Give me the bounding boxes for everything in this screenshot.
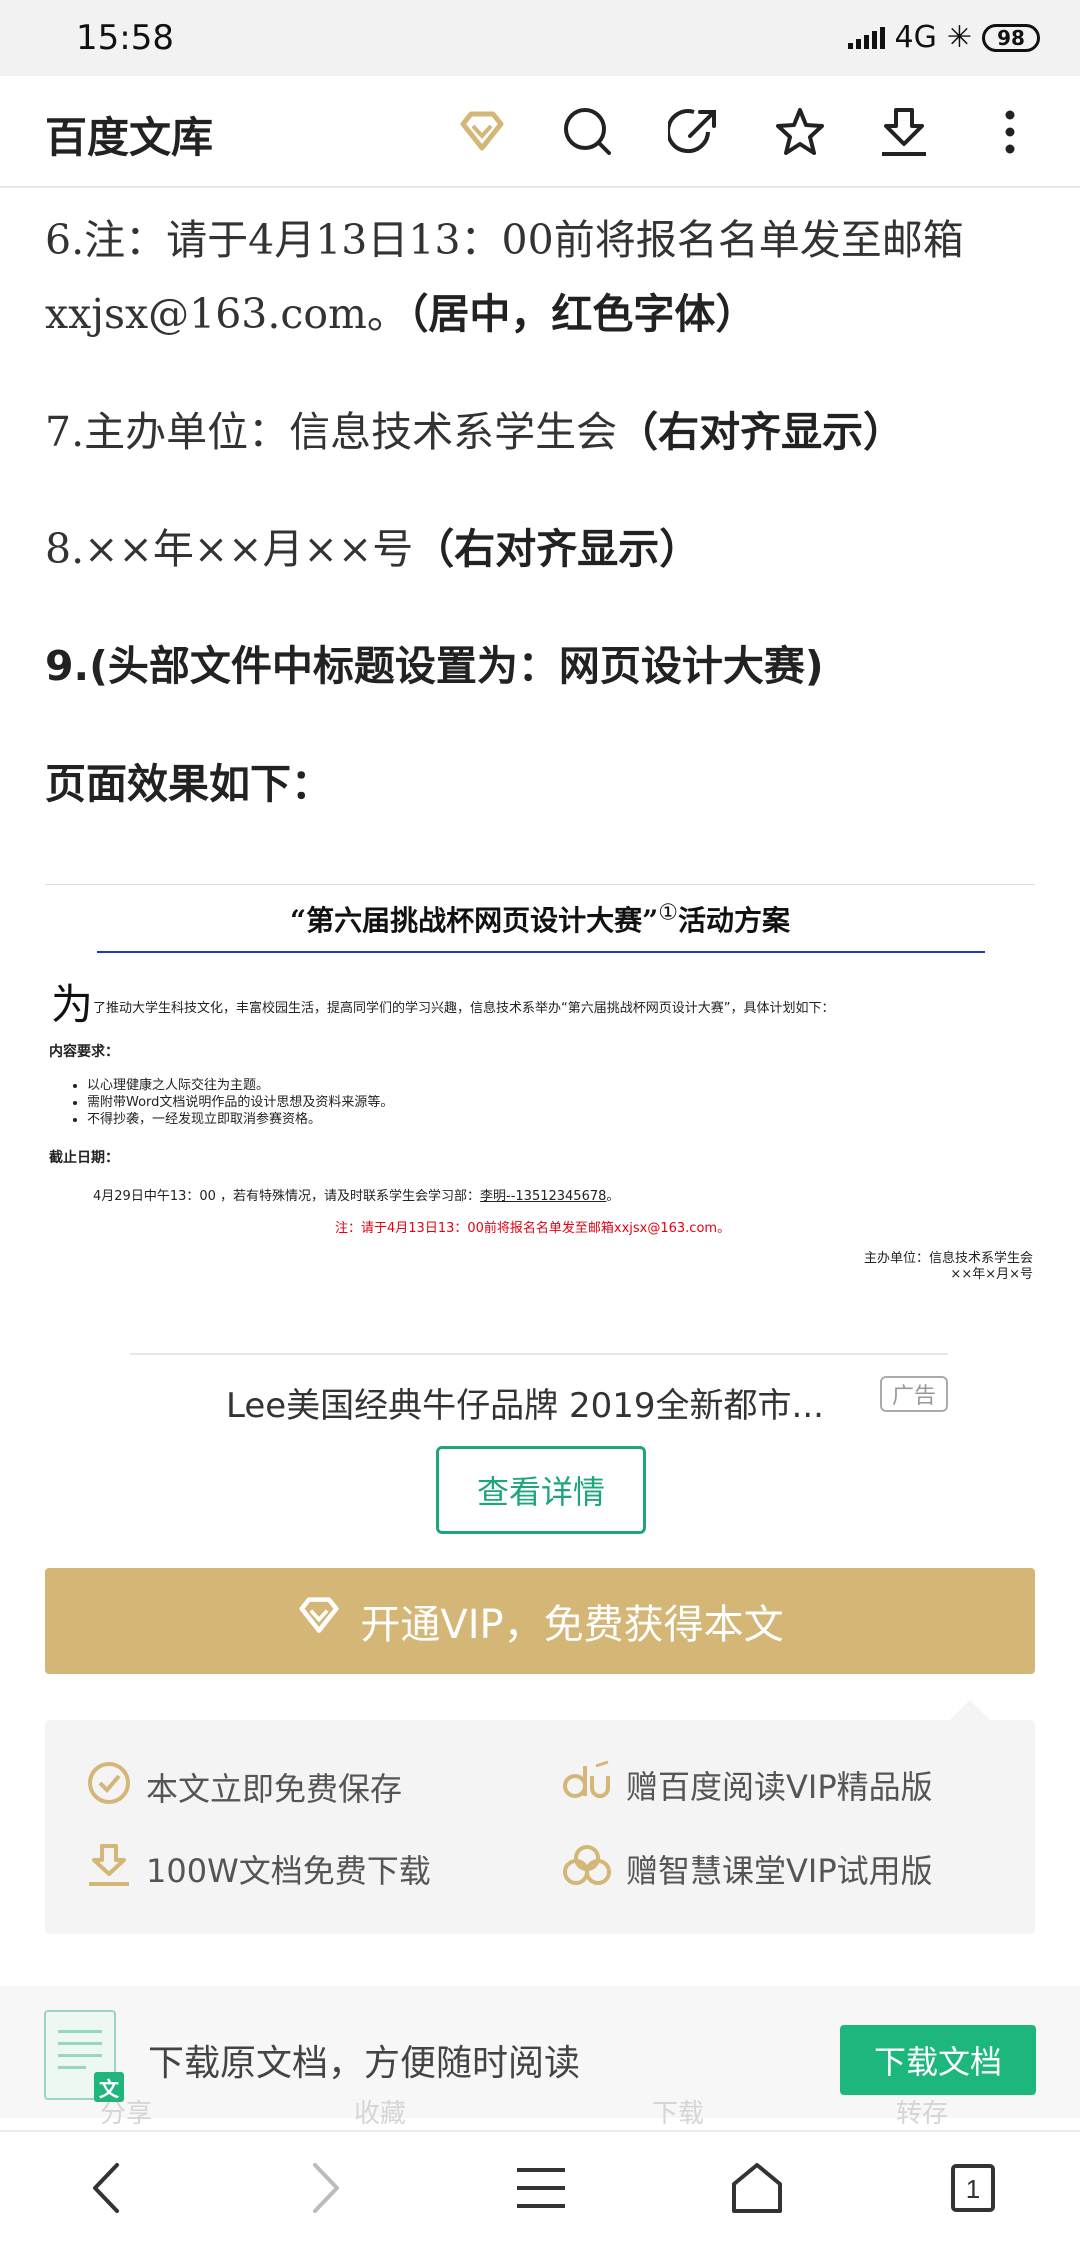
ad-divider — [130, 1353, 948, 1355]
document-icon: 文 — [44, 2010, 124, 2102]
doc-email: xxjsx@163.com。 — [45, 290, 408, 338]
download-prompt: 下载原文档，方便随时阅读 — [148, 2043, 581, 2084]
benefit-label: 本文立即免费保存 — [146, 1770, 403, 1808]
vip-panel-caret — [948, 1700, 992, 1722]
download-tray-icon — [86, 1842, 132, 1896]
download-document-button[interactable]: 下载文档 — [840, 2025, 1036, 2095]
preview-red-note: 注：请于4月13日13：00前将报名名单发至邮箱xxjsx@163.com。 — [335, 1221, 731, 1236]
doc-line-7: 7.主办单位：信息技术系学生会（右对齐显示） — [45, 398, 904, 458]
signal-icon — [847, 26, 885, 49]
vip-diamond-icon — [296, 1596, 342, 1646]
preview-deadline-heading: 截止日期： — [49, 1150, 119, 1166]
vip-open-button[interactable]: 开通VIP，免费获得本文 — [45, 1568, 1035, 1674]
menu-icon[interactable] — [496, 2148, 586, 2228]
list-item: 需附带Word文档说明作品的设计思想及资料来源等。 — [87, 1094, 393, 1111]
vip-diamond-icon[interactable] — [450, 100, 514, 164]
preview-title: “第六届挑战杯网页设计大赛”①活动方案 — [45, 899, 1035, 939]
du-logo-icon — [562, 1760, 612, 1810]
home-icon[interactable] — [712, 2148, 802, 2228]
ghost-download-label: 下载 — [652, 2099, 705, 2129]
doc-line-8: 8.××年××月××号（右对齐显示） — [45, 515, 700, 575]
benefit-reading-vip: 赠百度阅读VIP精品版 — [562, 1760, 933, 1810]
vip-benefits-panel — [45, 1720, 1035, 1934]
benefit-label: 100W文档免费下载 — [146, 1852, 431, 1890]
star-icon[interactable] — [768, 100, 832, 164]
battery-level: 98 — [997, 25, 1025, 50]
benefit-label: 赠智慧课堂VIP试用版 — [626, 1852, 933, 1890]
benefit-download: 100W文档免费下载 — [86, 1842, 431, 1896]
status-indicators: 4G ✳ 98 — [847, 20, 1040, 55]
sync-icon: ✳ — [946, 20, 972, 55]
check-circle-icon — [86, 1760, 132, 1814]
vip-button-label: 开通VIP，免费获得本文 — [360, 1602, 784, 1648]
ad-title[interactable]: Lee美国经典牛仔品牌 2019全新都市... — [226, 1378, 824, 1427]
benefit-classroom-vip: 赠智慧课堂VIP试用版 — [562, 1842, 933, 1896]
ad-details-button[interactable]: 查看详情 — [436, 1446, 646, 1534]
browser-nav-bar: 1 — [0, 2130, 1080, 2248]
more-icon[interactable] — [978, 100, 1042, 164]
flower-icon — [562, 1842, 612, 1896]
doc-align-note: （右对齐显示） — [413, 525, 701, 573]
doc-line-6b: xxjsx@163.com。（居中，红色字体） — [45, 280, 756, 340]
tabs-icon[interactable]: 1 — [928, 2148, 1018, 2228]
status-time: 15:58 — [76, 18, 174, 58]
app-title: 百度文库 — [45, 113, 214, 162]
doc-organizer: 7.主办单位：信息技术系学生会 — [45, 408, 618, 456]
preview-intro: 了推动大学生科技文化，丰富校园生活，提高同学们的学习兴趣，信息技术系举办“第六届… — [93, 1001, 835, 1016]
share-icon[interactable] — [662, 100, 726, 164]
doc-line-6a: 6.注：请于4月13日13：00前将报名名单发至邮箱 — [45, 216, 964, 264]
preview-deadline: 4月29日中午13：00 ，若有特殊情况，请及时联系学生会学习部：李明--135… — [93, 1185, 619, 1204]
preview-deadline-text: 4月29日中午13：00 ，若有特殊情况，请及时联系学生会学习部： — [93, 1189, 481, 1204]
preview-title-main: “第六届挑战杯网页设计大赛” — [290, 904, 659, 937]
preview-deadline-end: 。 — [606, 1189, 620, 1204]
ghost-save-label: 转存 — [896, 2099, 949, 2129]
forward-icon[interactable] — [280, 2148, 370, 2228]
tab-count: 1 — [966, 2174, 980, 2204]
search-icon[interactable] — [556, 100, 620, 164]
doc-badge: 文 — [94, 2072, 124, 2102]
status-bar: 15:58 4G ✳ 98 — [0, 0, 1080, 76]
doc-line-9: 9.(头部文件中标题设置为：网页设计大赛) — [45, 642, 824, 690]
back-icon[interactable] — [62, 2148, 152, 2228]
ghost-favorite-label: 收藏 — [354, 2099, 407, 2129]
app-header: 百度文库 — [0, 76, 1080, 188]
preview-contact: 李明--13512345678 — [480, 1189, 607, 1204]
preview-date: ××年×月×号 — [950, 1267, 1033, 1282]
doc-note-bold: （居中，红色字体） — [407, 290, 757, 338]
page-effect-preview: “第六届挑战杯网页设计大赛”①活动方案 为 了推动大学生科技文化，丰富校园生活，… — [45, 884, 1035, 1294]
effect-heading: 页面效果如下： — [45, 760, 332, 808]
preview-requirements-list: 以心理健康之人际交往为主题。 需附带Word文档说明作品的设计思想及资料来源等。… — [87, 1077, 393, 1128]
ad-badge: 广告 — [880, 1376, 948, 1412]
doc-date: 8.××年××月××号 — [45, 525, 414, 573]
benefit-save: 本文立即免费保存 — [86, 1760, 402, 1814]
preview-title-sup: ① — [658, 900, 678, 926]
list-item: 不得抄袭，一经发现立即取消参赛资格。 — [87, 1111, 393, 1128]
network-type: 4G — [894, 20, 937, 55]
benefit-label: 赠百度阅读VIP精品版 — [626, 1768, 933, 1806]
preview-drop-cap: 为 — [51, 980, 94, 1029]
download-icon[interactable] — [872, 100, 936, 164]
preview-title-tail: 活动方案 — [677, 904, 790, 937]
preview-rule — [97, 951, 985, 953]
preview-requirements-heading: 内容要求： — [49, 1044, 119, 1060]
list-item: 以心理健康之人际交往为主题。 — [87, 1077, 393, 1094]
battery-icon: 98 — [982, 23, 1040, 52]
doc-align-note: （右对齐显示） — [617, 408, 905, 456]
